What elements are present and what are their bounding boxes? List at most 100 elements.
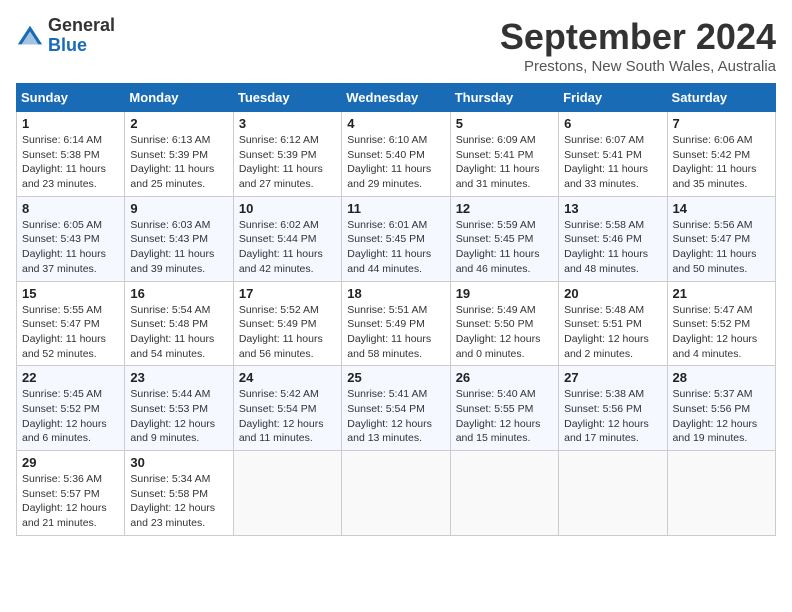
month-title: September 2024 bbox=[500, 16, 776, 58]
calendar-cell: 16 Sunrise: 5:54 AMSunset: 5:48 PMDaylig… bbox=[125, 281, 233, 366]
calendar-week-row: 1 Sunrise: 6:14 AMSunset: 5:38 PMDayligh… bbox=[17, 112, 776, 197]
day-info: Sunrise: 5:45 AMSunset: 5:52 PMDaylight:… bbox=[22, 388, 107, 444]
day-number: 29 bbox=[22, 455, 119, 470]
day-info: Sunrise: 5:59 AMSunset: 5:45 PMDaylight:… bbox=[456, 219, 540, 275]
day-info: Sunrise: 5:47 AMSunset: 5:52 PMDaylight:… bbox=[673, 304, 758, 360]
day-info: Sunrise: 6:09 AMSunset: 5:41 PMDaylight:… bbox=[456, 134, 540, 190]
calendar-cell: 29 Sunrise: 5:36 AMSunset: 5:57 PMDaylig… bbox=[17, 451, 125, 536]
calendar-cell: 23 Sunrise: 5:44 AMSunset: 5:53 PMDaylig… bbox=[125, 366, 233, 451]
day-number: 15 bbox=[22, 286, 119, 301]
calendar-cell: 13 Sunrise: 5:58 AMSunset: 5:46 PMDaylig… bbox=[559, 196, 667, 281]
day-info: Sunrise: 6:13 AMSunset: 5:39 PMDaylight:… bbox=[130, 134, 214, 190]
day-info: Sunrise: 5:34 AMSunset: 5:58 PMDaylight:… bbox=[130, 473, 215, 529]
col-header-wednesday: Wednesday bbox=[342, 84, 450, 112]
calendar-cell: 5 Sunrise: 6:09 AMSunset: 5:41 PMDayligh… bbox=[450, 112, 558, 197]
day-info: Sunrise: 5:40 AMSunset: 5:55 PMDaylight:… bbox=[456, 388, 541, 444]
day-number: 23 bbox=[130, 370, 227, 385]
calendar-table: SundayMondayTuesdayWednesdayThursdayFrid… bbox=[16, 83, 776, 536]
day-number: 12 bbox=[456, 201, 553, 216]
day-number: 7 bbox=[673, 116, 770, 131]
day-info: Sunrise: 6:03 AMSunset: 5:43 PMDaylight:… bbox=[130, 219, 214, 275]
calendar-cell bbox=[559, 451, 667, 536]
calendar-cell bbox=[450, 451, 558, 536]
calendar-week-row: 15 Sunrise: 5:55 AMSunset: 5:47 PMDaylig… bbox=[17, 281, 776, 366]
day-number: 4 bbox=[347, 116, 444, 131]
calendar-cell: 1 Sunrise: 6:14 AMSunset: 5:38 PMDayligh… bbox=[17, 112, 125, 197]
calendar-cell: 25 Sunrise: 5:41 AMSunset: 5:54 PMDaylig… bbox=[342, 366, 450, 451]
calendar-cell: 10 Sunrise: 6:02 AMSunset: 5:44 PMDaylig… bbox=[233, 196, 341, 281]
calendar-cell: 6 Sunrise: 6:07 AMSunset: 5:41 PMDayligh… bbox=[559, 112, 667, 197]
day-info: Sunrise: 5:55 AMSunset: 5:47 PMDaylight:… bbox=[22, 304, 106, 360]
day-number: 3 bbox=[239, 116, 336, 131]
calendar-cell: 14 Sunrise: 5:56 AMSunset: 5:47 PMDaylig… bbox=[667, 196, 775, 281]
day-number: 13 bbox=[564, 201, 661, 216]
day-number: 2 bbox=[130, 116, 227, 131]
calendar-cell: 8 Sunrise: 6:05 AMSunset: 5:43 PMDayligh… bbox=[17, 196, 125, 281]
calendar-cell: 4 Sunrise: 6:10 AMSunset: 5:40 PMDayligh… bbox=[342, 112, 450, 197]
day-number: 9 bbox=[130, 201, 227, 216]
calendar-cell: 22 Sunrise: 5:45 AMSunset: 5:52 PMDaylig… bbox=[17, 366, 125, 451]
day-info: Sunrise: 5:36 AMSunset: 5:57 PMDaylight:… bbox=[22, 473, 107, 529]
col-header-monday: Monday bbox=[125, 84, 233, 112]
calendar-week-row: 22 Sunrise: 5:45 AMSunset: 5:52 PMDaylig… bbox=[17, 366, 776, 451]
day-info: Sunrise: 5:38 AMSunset: 5:56 PMDaylight:… bbox=[564, 388, 649, 444]
day-number: 26 bbox=[456, 370, 553, 385]
day-info: Sunrise: 6:07 AMSunset: 5:41 PMDaylight:… bbox=[564, 134, 648, 190]
calendar-cell: 24 Sunrise: 5:42 AMSunset: 5:54 PMDaylig… bbox=[233, 366, 341, 451]
page-header: General Blue September 2024 Prestons, Ne… bbox=[16, 16, 776, 75]
day-info: Sunrise: 6:02 AMSunset: 5:44 PMDaylight:… bbox=[239, 219, 323, 275]
day-number: 1 bbox=[22, 116, 119, 131]
day-info: Sunrise: 5:58 AMSunset: 5:46 PMDaylight:… bbox=[564, 219, 648, 275]
col-header-sunday: Sunday bbox=[17, 84, 125, 112]
day-info: Sunrise: 5:56 AMSunset: 5:47 PMDaylight:… bbox=[673, 219, 757, 275]
calendar-week-row: 8 Sunrise: 6:05 AMSunset: 5:43 PMDayligh… bbox=[17, 196, 776, 281]
calendar-cell: 15 Sunrise: 5:55 AMSunset: 5:47 PMDaylig… bbox=[17, 281, 125, 366]
day-info: Sunrise: 6:06 AMSunset: 5:42 PMDaylight:… bbox=[673, 134, 757, 190]
col-header-saturday: Saturday bbox=[667, 84, 775, 112]
day-number: 22 bbox=[22, 370, 119, 385]
day-info: Sunrise: 5:41 AMSunset: 5:54 PMDaylight:… bbox=[347, 388, 432, 444]
calendar-cell bbox=[233, 451, 341, 536]
calendar-cell: 26 Sunrise: 5:40 AMSunset: 5:55 PMDaylig… bbox=[450, 366, 558, 451]
calendar-cell: 30 Sunrise: 5:34 AMSunset: 5:58 PMDaylig… bbox=[125, 451, 233, 536]
calendar-cell: 12 Sunrise: 5:59 AMSunset: 5:45 PMDaylig… bbox=[450, 196, 558, 281]
calendar-cell: 21 Sunrise: 5:47 AMSunset: 5:52 PMDaylig… bbox=[667, 281, 775, 366]
calendar-cell: 19 Sunrise: 5:49 AMSunset: 5:50 PMDaylig… bbox=[450, 281, 558, 366]
calendar-cell: 9 Sunrise: 6:03 AMSunset: 5:43 PMDayligh… bbox=[125, 196, 233, 281]
calendar-cell: 17 Sunrise: 5:52 AMSunset: 5:49 PMDaylig… bbox=[233, 281, 341, 366]
calendar-cell: 28 Sunrise: 5:37 AMSunset: 5:56 PMDaylig… bbox=[667, 366, 775, 451]
location-subtitle: Prestons, New South Wales, Australia bbox=[500, 58, 776, 75]
day-info: Sunrise: 6:10 AMSunset: 5:40 PMDaylight:… bbox=[347, 134, 431, 190]
day-info: Sunrise: 5:51 AMSunset: 5:49 PMDaylight:… bbox=[347, 304, 431, 360]
calendar-header-row: SundayMondayTuesdayWednesdayThursdayFrid… bbox=[17, 84, 776, 112]
calendar-week-row: 29 Sunrise: 5:36 AMSunset: 5:57 PMDaylig… bbox=[17, 451, 776, 536]
day-number: 8 bbox=[22, 201, 119, 216]
day-number: 24 bbox=[239, 370, 336, 385]
day-number: 25 bbox=[347, 370, 444, 385]
col-header-thursday: Thursday bbox=[450, 84, 558, 112]
logo-text: General Blue bbox=[48, 16, 115, 56]
day-info: Sunrise: 6:12 AMSunset: 5:39 PMDaylight:… bbox=[239, 134, 323, 190]
calendar-cell: 20 Sunrise: 5:48 AMSunset: 5:51 PMDaylig… bbox=[559, 281, 667, 366]
day-number: 18 bbox=[347, 286, 444, 301]
calendar-cell: 11 Sunrise: 6:01 AMSunset: 5:45 PMDaylig… bbox=[342, 196, 450, 281]
day-info: Sunrise: 5:54 AMSunset: 5:48 PMDaylight:… bbox=[130, 304, 214, 360]
day-number: 14 bbox=[673, 201, 770, 216]
day-info: Sunrise: 5:52 AMSunset: 5:49 PMDaylight:… bbox=[239, 304, 323, 360]
col-header-tuesday: Tuesday bbox=[233, 84, 341, 112]
day-info: Sunrise: 6:01 AMSunset: 5:45 PMDaylight:… bbox=[347, 219, 431, 275]
calendar-cell bbox=[667, 451, 775, 536]
day-number: 21 bbox=[673, 286, 770, 301]
col-header-friday: Friday bbox=[559, 84, 667, 112]
logo-icon bbox=[16, 22, 44, 50]
day-info: Sunrise: 5:42 AMSunset: 5:54 PMDaylight:… bbox=[239, 388, 324, 444]
day-number: 28 bbox=[673, 370, 770, 385]
day-number: 5 bbox=[456, 116, 553, 131]
calendar-cell: 27 Sunrise: 5:38 AMSunset: 5:56 PMDaylig… bbox=[559, 366, 667, 451]
day-info: Sunrise: 5:44 AMSunset: 5:53 PMDaylight:… bbox=[130, 388, 215, 444]
day-info: Sunrise: 6:14 AMSunset: 5:38 PMDaylight:… bbox=[22, 134, 106, 190]
calendar-cell: 18 Sunrise: 5:51 AMSunset: 5:49 PMDaylig… bbox=[342, 281, 450, 366]
day-number: 16 bbox=[130, 286, 227, 301]
calendar-cell: 3 Sunrise: 6:12 AMSunset: 5:39 PMDayligh… bbox=[233, 112, 341, 197]
day-info: Sunrise: 5:48 AMSunset: 5:51 PMDaylight:… bbox=[564, 304, 649, 360]
